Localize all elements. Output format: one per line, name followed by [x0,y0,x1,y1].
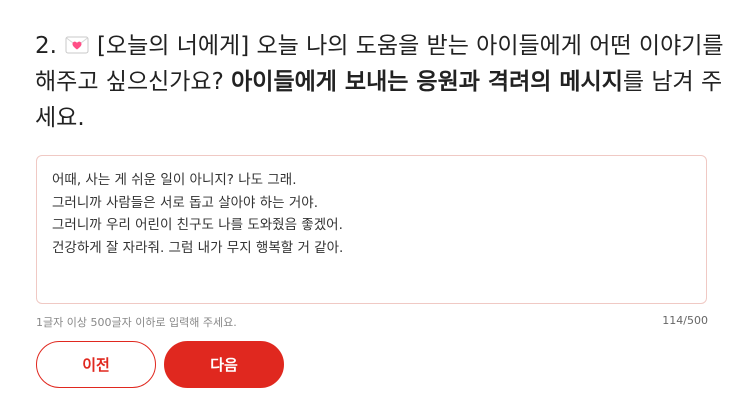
question-number: 2. [35,33,57,59]
character-counter: 114/500 [662,314,708,327]
message-step: 2. [오늘의 너에게] 오늘 나의 도움을 받는 아이들에게 어떤 이야기를 … [0,0,754,407]
next-button[interactable]: 다음 [164,341,284,388]
prev-button[interactable]: 이전 [36,341,156,388]
answer-box: 어때, 사는 게 쉬운 일이 아니지? 나도 그래. 그러니까 사람들은 서로 … [36,155,707,304]
question-title: 2. [오늘의 너에게] 오늘 나의 도움을 받는 아이들에게 어떤 이야기를 … [35,28,725,136]
love-letter-icon [65,29,89,54]
message-textarea[interactable]: 어때, 사는 게 쉬운 일이 아니지? 나도 그래. 그러니까 사람들은 서로 … [52,169,691,290]
question-text-emphasis: 아이들에게 보내는 응원과 격려의 메시지 [231,69,623,95]
length-hint: 1글자 이상 500글자 이하로 입력해 주세요. [36,316,237,329]
